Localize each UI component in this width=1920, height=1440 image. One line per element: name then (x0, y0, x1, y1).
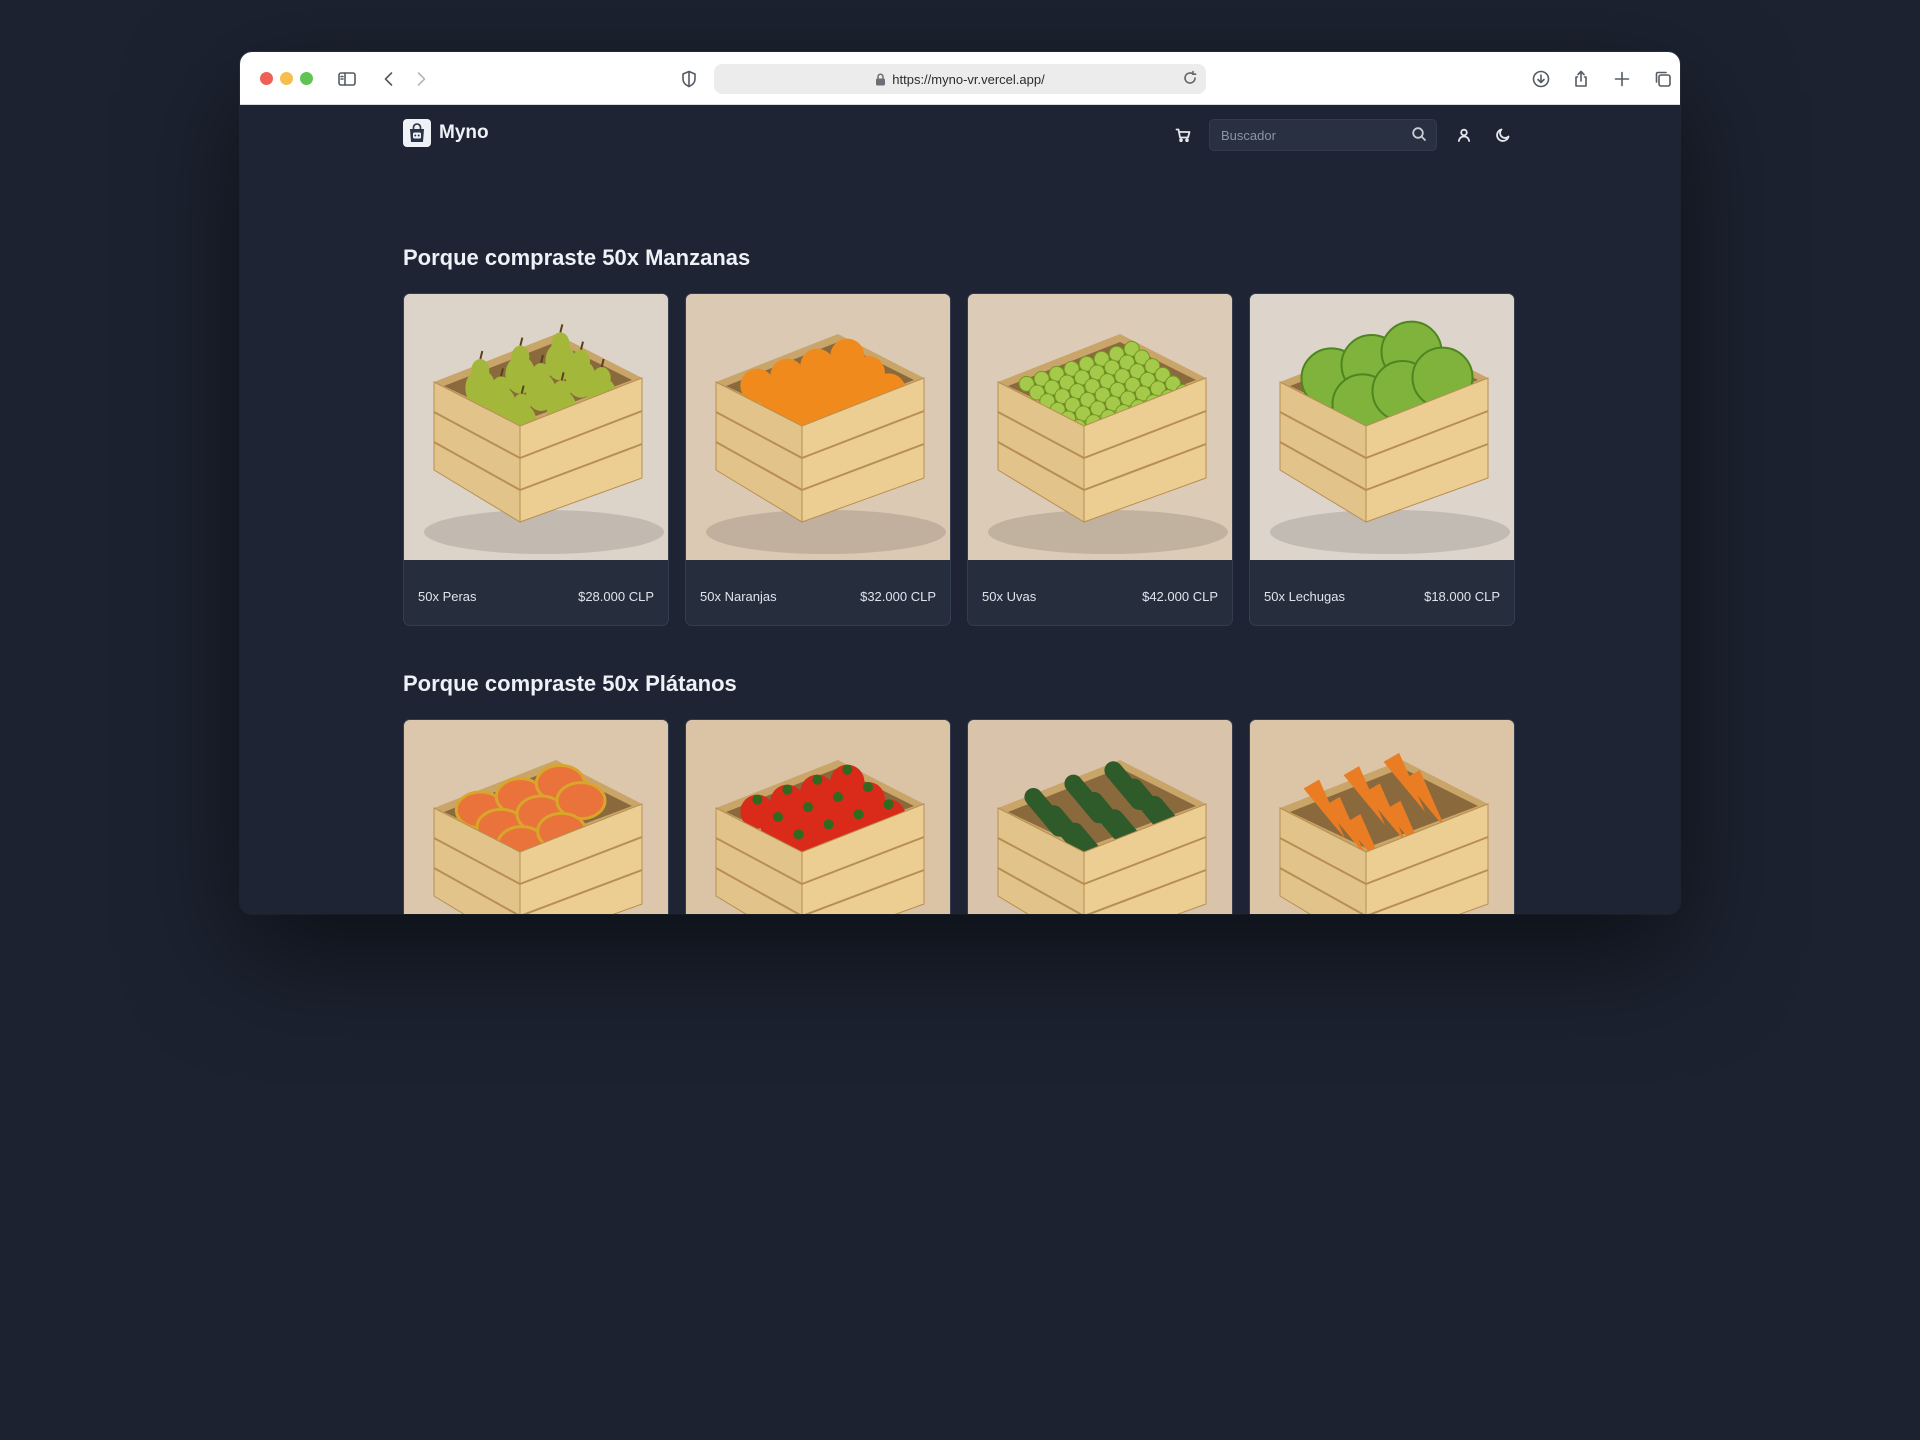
search-input[interactable] (1210, 120, 1400, 150)
forward-icon[interactable] (408, 66, 434, 92)
browser-toolbar: https://myno-vr.vercel.app/ (240, 52, 1680, 105)
search-box (1209, 119, 1437, 151)
section-title: Porque compraste 50x Plátanos (403, 671, 737, 696)
reload-icon[interactable] (1182, 70, 1200, 88)
product-name: 50x Uvas (982, 589, 1037, 604)
product-grid (403, 719, 1515, 914)
section-title: Porque compraste 50x Manzanas (403, 245, 751, 270)
product-price: $32.000 CLP (860, 589, 936, 604)
mangoes-crate-image (404, 720, 668, 914)
minimize-window-button[interactable] (280, 72, 293, 85)
product-grid: 50x Peras $28.000 CLP 50x Naranjas $32.0… (403, 293, 1515, 628)
product-card[interactable]: 50x Uvas $42.000 CLP (967, 293, 1233, 626)
brand[interactable]: Myno (403, 119, 489, 147)
product-name: 50x Naranjas (700, 589, 777, 604)
share-icon[interactable] (1568, 66, 1594, 92)
url-text: https://myno-vr.vercel.app/ (892, 71, 1045, 87)
new-tab-icon[interactable] (1609, 66, 1635, 92)
grapes-crate-image (968, 294, 1232, 560)
tab-overview-icon[interactable] (1650, 66, 1676, 92)
product-card[interactable] (403, 719, 669, 914)
lettuce-crate-image (1250, 294, 1514, 560)
shopping-bag-logo-icon (403, 119, 431, 147)
product-card[interactable] (967, 719, 1233, 914)
back-icon[interactable] (376, 66, 402, 92)
product-card[interactable]: 50x Naranjas $32.000 CLP (685, 293, 951, 626)
close-window-button[interactable] (260, 72, 273, 85)
product-price: $28.000 CLP (578, 589, 654, 604)
browser-window: https://myno-vr.vercel.app/ Myno Buscado… (240, 52, 1680, 914)
lock-icon (875, 72, 886, 86)
pears-crate-image (404, 294, 668, 560)
site-header: Myno (403, 119, 1515, 151)
product-card[interactable]: 50x Peras $28.000 CLP (403, 293, 669, 626)
product-name: 50x Peras (418, 589, 477, 604)
product-name: 50x Lechugas (1264, 589, 1345, 604)
oranges-crate-image (686, 294, 950, 560)
brand-name: Myno (439, 122, 489, 143)
product-card[interactable] (1249, 719, 1515, 914)
page-content: Myno Porque compraste 50x Manzanas (240, 105, 1680, 914)
zoom-window-button[interactable] (300, 72, 313, 85)
moon-icon[interactable] (1491, 123, 1515, 147)
user-icon[interactable] (1452, 123, 1476, 147)
product-price: $42.000 CLP (1142, 589, 1218, 604)
privacy-shield-icon[interactable] (676, 66, 702, 92)
address-bar[interactable]: https://myno-vr.vercel.app/ (714, 64, 1206, 94)
carrots-crate-image (1250, 720, 1514, 914)
product-card[interactable] (685, 719, 951, 914)
cart-icon[interactable] (1171, 123, 1195, 147)
search-icon[interactable] (1411, 126, 1429, 144)
cucumbers-crate-image (968, 720, 1232, 914)
product-price: $18.000 CLP (1424, 589, 1500, 604)
product-card[interactable]: 50x Lechugas $18.000 CLP (1249, 293, 1515, 626)
download-icon[interactable] (1528, 66, 1554, 92)
sidebar-toggle-icon[interactable] (334, 66, 360, 92)
tomatoes-crate-image (686, 720, 950, 914)
